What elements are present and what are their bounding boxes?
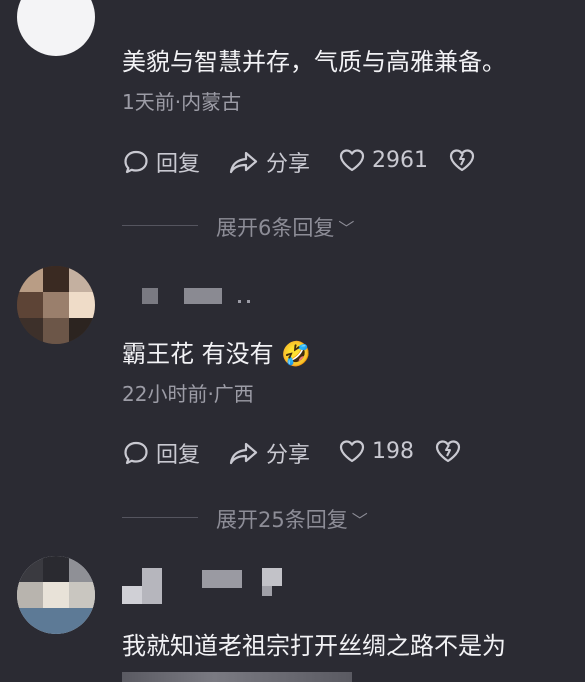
expand-replies-label: 展开6条回复 (216, 216, 335, 240)
divider-line (122, 225, 198, 226)
comment-text: 美貌与智慧并存，气质与高雅兼备。 (122, 48, 506, 76)
comment-meta: 22小时前·广西 (122, 382, 254, 406)
comment-meta: 1天前·内蒙古 (122, 90, 242, 114)
laughing-emoji: 🤣 (281, 340, 312, 368)
share-label: 分享 (266, 443, 311, 468)
heart-icon (339, 440, 365, 463)
expand-replies-button[interactable]: 展开6条回复 ﹀ (216, 212, 354, 242)
share-label: 分享 (266, 152, 311, 177)
avatar[interactable] (17, 266, 95, 344)
share-icon (229, 442, 258, 465)
comment-icon (124, 150, 148, 174)
share-button[interactable]: 分享 (228, 146, 310, 178)
like-count: 198 (372, 438, 414, 464)
broken-heart-icon (435, 440, 461, 463)
reply-button[interactable]: 回复 (122, 437, 200, 469)
share-button[interactable]: 分享 (228, 437, 310, 469)
expand-replies-label: 展开25条回复 (216, 508, 348, 532)
username[interactable] (122, 286, 262, 308)
dislike-button[interactable] (448, 146, 476, 174)
comment-text: 我就知道老祖宗打开丝绸之路不是为 (122, 632, 506, 660)
avatar[interactable] (17, 556, 95, 634)
chevron-down-icon: ﹀ (351, 511, 368, 530)
divider-line (122, 517, 198, 518)
expand-replies-button[interactable]: 展开25条回复 ﹀ (216, 504, 368, 534)
heart-icon (339, 149, 365, 172)
reply-label: 回复 (156, 443, 201, 468)
broken-heart-icon (449, 149, 475, 172)
like-button[interactable]: 2961 (338, 146, 428, 174)
chevron-down-icon: ﹀ (338, 219, 355, 238)
share-icon (229, 151, 258, 174)
like-count: 2961 (372, 147, 428, 173)
comment-icon (124, 441, 148, 465)
dislike-button[interactable] (434, 437, 462, 465)
comment-text-body: 霸王花 有没有 (122, 340, 274, 368)
truncated-text-line (122, 672, 352, 682)
reply-label: 回复 (156, 152, 201, 177)
avatar[interactable] (17, 0, 95, 56)
like-button[interactable]: 198 (338, 437, 414, 465)
username[interactable] (122, 568, 292, 606)
comment-text: 霸王花 有没有 🤣 (122, 334, 311, 369)
reply-button[interactable]: 回复 (122, 146, 200, 178)
